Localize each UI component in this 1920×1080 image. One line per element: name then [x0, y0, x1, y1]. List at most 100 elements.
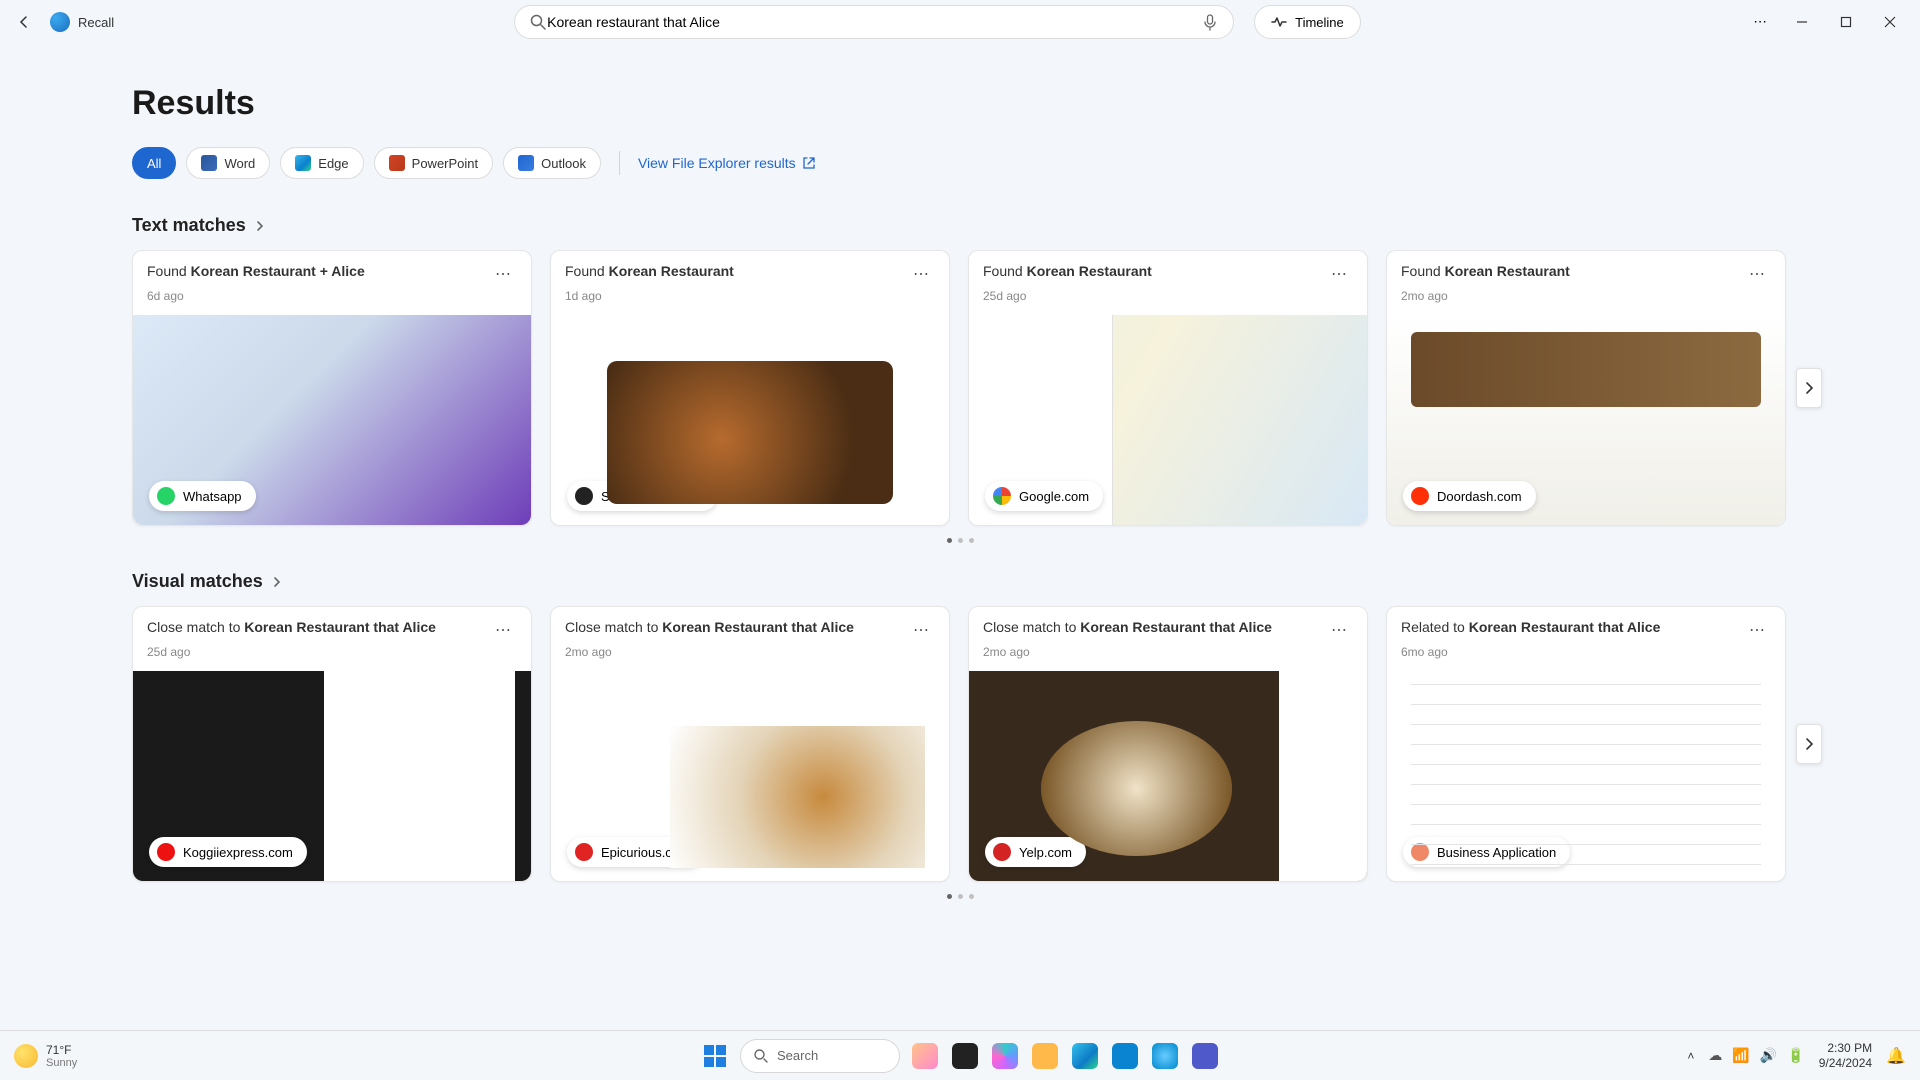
arrow-left-icon [16, 14, 32, 30]
result-card[interactable]: Found Korean Restaurant + Alice⋯ 6d ago … [132, 250, 532, 526]
card-more-button[interactable]: ⋯ [489, 263, 517, 287]
source-badge: Stonekorean.com [567, 481, 717, 511]
edge-icon [1072, 1043, 1098, 1069]
taskbar-app[interactable] [910, 1041, 940, 1071]
file-explorer-icon [1032, 1043, 1058, 1069]
filter-divider [619, 151, 620, 175]
card-more-button[interactable]: ⋯ [907, 263, 935, 287]
taskbar-app[interactable] [1190, 1041, 1220, 1071]
scroll-next-button[interactable] [1796, 724, 1822, 764]
more-button[interactable]: ⋯ [1740, 6, 1780, 38]
weather-widget[interactable]: 71°F Sunny [14, 1043, 77, 1069]
clock-time: 2:30 PM [1819, 1041, 1872, 1055]
source-badge: Yelp.com [985, 837, 1086, 867]
clock[interactable]: 2:30 PM 9/24/2024 [1819, 1041, 1872, 1070]
search-input[interactable] [547, 14, 1201, 30]
filter-row: All Word Edge PowerPoint Outlook View Fi… [132, 147, 1788, 179]
filter-outlook[interactable]: Outlook [503, 147, 601, 179]
result-card[interactable]: Found Korean Restaurant ⋯ 2mo ago Doordas… [1386, 250, 1786, 526]
file-explorer-link-label: View File Explorer results [638, 155, 796, 171]
site-icon [575, 487, 593, 505]
card-title: Close match to Korean Restaurant that Al… [983, 619, 1272, 635]
onedrive-icon[interactable]: ☁ [1708, 1047, 1722, 1064]
card-more-button[interactable]: ⋯ [1325, 263, 1353, 287]
taskbar-app[interactable] [990, 1041, 1020, 1071]
search-icon [753, 1048, 769, 1064]
source-badge: Business Application [1403, 837, 1570, 867]
minimize-button[interactable] [1780, 6, 1824, 38]
filter-word-label: Word [224, 156, 255, 171]
taskbar-app[interactable] [1070, 1041, 1100, 1071]
card-subtitle: 25d ago [983, 289, 1353, 303]
taskbar-search-placeholder: Search [777, 1048, 818, 1063]
card-thumbnail: Business Application [1387, 671, 1785, 881]
card-title: Found Korean Restaurant [1401, 263, 1570, 279]
notifications-icon[interactable]: 🔔 [1886, 1046, 1906, 1066]
card-subtitle: 2mo ago [565, 645, 935, 659]
filter-edge-label: Edge [318, 156, 348, 171]
card-more-button[interactable]: ⋯ [1325, 619, 1353, 643]
back-button[interactable] [8, 6, 40, 38]
card-more-button[interactable]: ⋯ [1743, 619, 1771, 643]
card-more-button[interactable]: ⋯ [1743, 263, 1771, 287]
result-card[interactable]: Close match to Korean Restaurant that Al… [968, 606, 1368, 882]
taskbar-app[interactable] [1030, 1041, 1060, 1071]
card-more-button[interactable]: ⋯ [907, 619, 935, 643]
volume-icon[interactable]: 🔊 [1760, 1047, 1777, 1064]
word-icon [201, 155, 217, 171]
result-card[interactable]: Found Korean Restaurant⋯ 25d ago Google.… [968, 250, 1368, 526]
result-card[interactable]: Related to Korean Restaurant that Alice⋯… [1386, 606, 1786, 882]
epicurious-icon [575, 843, 593, 861]
scroll-next-button[interactable] [1796, 368, 1822, 408]
start-button[interactable] [700, 1041, 730, 1071]
text-matches-label: Text matches [132, 215, 246, 236]
microphone-icon[interactable] [1201, 13, 1219, 31]
wifi-icon[interactable]: 📶 [1732, 1047, 1749, 1064]
card-title: Found Korean Restaurant + Alice [147, 263, 365, 279]
teams-icon [1192, 1043, 1218, 1069]
filter-all-label: All [147, 156, 161, 171]
badge-label: Business Application [1437, 845, 1556, 860]
text-matches-row: Found Korean Restaurant + Alice⋯ 6d ago … [132, 250, 1788, 526]
tray-overflow[interactable]: ˄ [1687, 1049, 1694, 1063]
taskbar-app[interactable] [1110, 1041, 1140, 1071]
file-explorer-link[interactable]: View File Explorer results [638, 155, 816, 171]
filter-word[interactable]: Word [186, 147, 270, 179]
maximize-button[interactable] [1824, 6, 1868, 38]
card-subtitle: 6mo ago [1401, 645, 1771, 659]
timeline-button[interactable]: Timeline [1254, 5, 1361, 39]
app-title: Recall [78, 15, 114, 30]
close-button[interactable] [1868, 6, 1912, 38]
filter-edge[interactable]: Edge [280, 147, 363, 179]
card-more-button[interactable]: ⋯ [489, 619, 517, 643]
chevron-right-icon [254, 220, 266, 232]
card-subtitle: 2mo ago [1401, 289, 1771, 303]
search-bar[interactable] [514, 5, 1234, 39]
app-icon [1152, 1043, 1178, 1069]
taskbar-search[interactable]: Search [740, 1039, 900, 1073]
result-card[interactable]: Close match to Korean Restaurant that Al… [132, 606, 532, 882]
result-card[interactable]: Close match to Korean Restaurant that Al… [550, 606, 950, 882]
badge-label: Yelp.com [1019, 845, 1072, 860]
card-thumbnail: Yelp.com [969, 671, 1367, 881]
visual-matches-header[interactable]: Visual matches [132, 571, 1788, 592]
battery-icon[interactable]: 🔋 [1787, 1047, 1804, 1064]
result-card[interactable]: Found Korean Restaurant⋯ 1d ago Stonekor… [550, 250, 950, 526]
filter-all[interactable]: All [132, 147, 176, 179]
visual-matches-label: Visual matches [132, 571, 263, 592]
card-subtitle: 25d ago [147, 645, 517, 659]
source-badge: Doordash.com [1403, 481, 1536, 511]
taskbar-center: Search [700, 1039, 1220, 1073]
card-thumbnail: Epicurious.com [551, 671, 949, 881]
tray-icons[interactable]: ☁ 📶 🔊 🔋 [1708, 1047, 1804, 1064]
weather-temp: 71°F [46, 1043, 77, 1057]
filter-powerpoint[interactable]: PowerPoint [374, 147, 493, 179]
taskbar-app[interactable] [950, 1041, 980, 1071]
card-subtitle: 2mo ago [983, 645, 1353, 659]
text-matches-header[interactable]: Text matches [132, 215, 1788, 236]
search-icon [529, 13, 547, 31]
source-badge: Whatsapp [149, 481, 256, 511]
taskbar-app[interactable] [1150, 1041, 1180, 1071]
close-icon [1884, 16, 1896, 28]
whatsapp-icon [157, 487, 175, 505]
